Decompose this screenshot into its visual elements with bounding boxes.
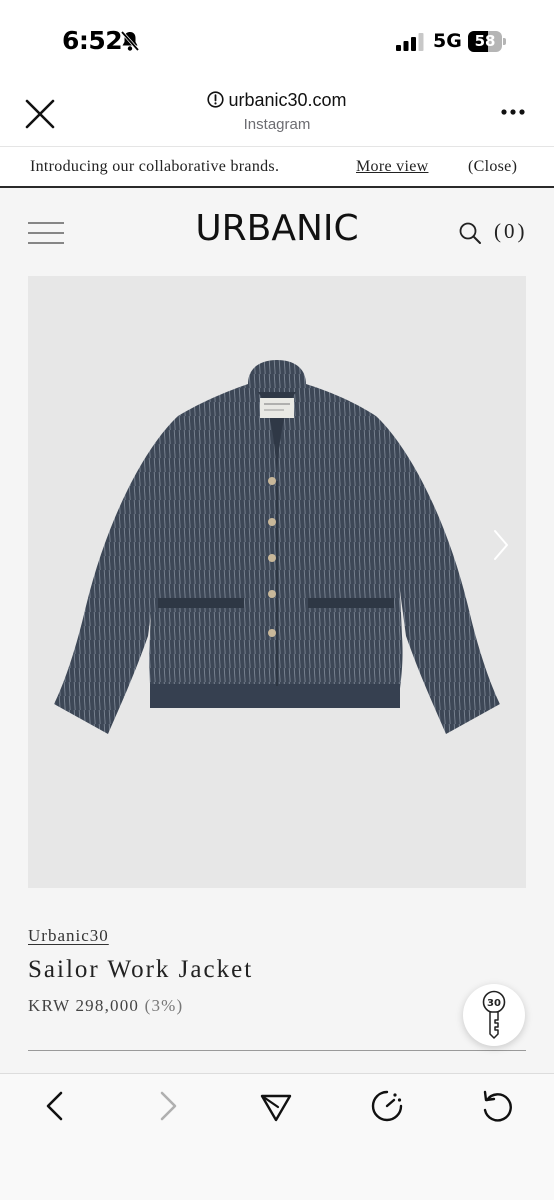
status-time: 6:52 <box>62 26 123 55</box>
battery-text: 58 <box>474 32 496 50</box>
refresh-icon[interactable] <box>479 1088 515 1124</box>
jacket-illustration <box>54 360 500 734</box>
cart-count[interactable]: (0) <box>494 219 528 244</box>
key-widget-button[interactable]: 30 <box>463 984 525 1046</box>
status-bar: 6:52 5G 58 <box>0 0 554 80</box>
search-icon[interactable] <box>458 221 482 245</box>
brand-link[interactable]: Urbanic30 <box>28 926 109 946</box>
announcement-banner: Introducing our collaborative brands. Mo… <box>0 146 554 188</box>
chevron-right-icon[interactable] <box>491 528 511 562</box>
product-name: Sailor Work Jacket <box>28 956 254 983</box>
network-label: 5G <box>433 30 462 52</box>
back-icon[interactable] <box>38 1088 74 1124</box>
banner-close-button[interactable]: (Close) <box>468 158 517 176</box>
loading-icon[interactable] <box>369 1088 405 1124</box>
share-icon[interactable] <box>258 1088 294 1124</box>
battery-indicator: 58 <box>468 31 506 52</box>
price-value: KRW 298,000 <box>28 996 140 1015</box>
forward-icon[interactable] <box>149 1088 185 1124</box>
signal-icon <box>396 33 424 51</box>
product-image[interactable] <box>28 276 526 888</box>
source-label: Instagram <box>243 116 311 133</box>
banner-text: Introducing our collaborative brands. <box>30 158 280 175</box>
site-content: URBANIC (0) Urbanic30 Sailor Work Jacket… <box>0 188 554 1073</box>
banner-more-link[interactable]: More view <box>356 158 428 176</box>
url-text: urbanic30.com <box>228 90 347 110</box>
url-display[interactable]: urbanic30.com <box>0 90 554 111</box>
divider <box>28 1050 526 1051</box>
product-price: KRW 298,000 (3%) <box>28 996 183 1016</box>
bell-off-icon <box>120 30 140 52</box>
key-icon: 30 <box>482 990 506 1039</box>
discount-value: (3%) <box>144 996 184 1015</box>
info-icon <box>207 91 225 108</box>
more-icon[interactable] <box>500 108 526 116</box>
key-label: 30 <box>487 998 501 1009</box>
browser-header: urbanic30.com Instagram <box>0 80 554 146</box>
browser-toolbar <box>0 1073 554 1200</box>
